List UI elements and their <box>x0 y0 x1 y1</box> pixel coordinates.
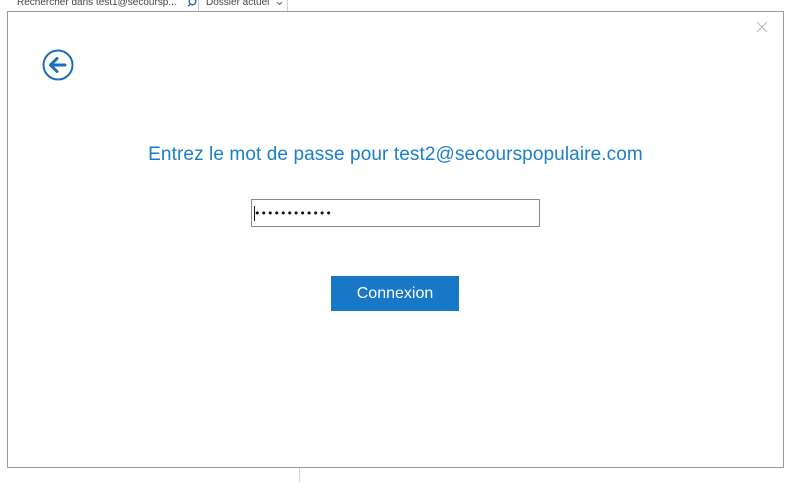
screen: Rechercher dans test1@secoursp... Dossie… <box>0 0 800 482</box>
chevron-down-icon <box>276 1 283 6</box>
password-prompt-title: Entrez le mot de passe pour test2@secour… <box>148 144 643 165</box>
text-caret <box>254 206 255 221</box>
background-divider <box>299 468 300 482</box>
search-input[interactable]: Rechercher dans test1@secoursp... <box>17 0 177 8</box>
password-dialog: Entrez le mot de passe pour test2@secour… <box>7 11 784 468</box>
search-icon[interactable] <box>187 0 197 7</box>
back-arrow-icon[interactable] <box>42 49 74 81</box>
password-input[interactable] <box>252 200 539 226</box>
signin-button[interactable]: Connexion <box>331 276 459 311</box>
search-scope-label: Dossier actuel <box>206 0 270 8</box>
password-field[interactable] <box>251 199 540 227</box>
close-icon[interactable] <box>755 20 769 34</box>
